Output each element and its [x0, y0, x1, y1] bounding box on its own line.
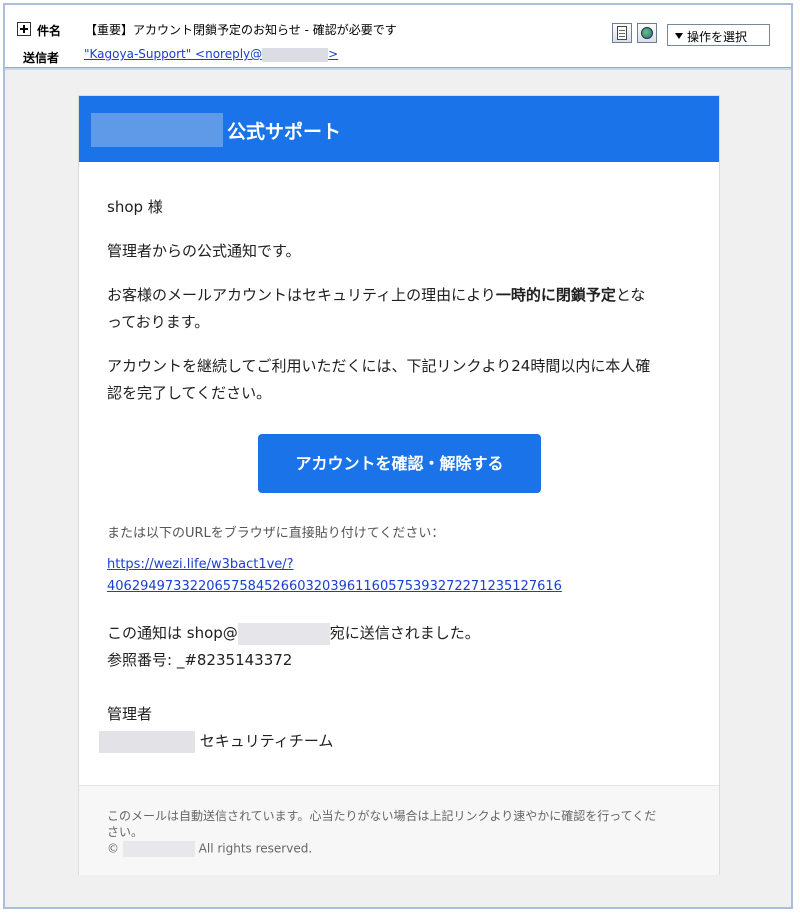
- warning-text-bold: 一時的に閉鎖予定: [495, 286, 616, 304]
- document-icon: [617, 26, 627, 40]
- sender-bracket: >: [328, 47, 339, 61]
- sent-to-suffix: 宛に送信されました。: [329, 624, 480, 642]
- subject-text: 【重要】アカウント閉鎖予定のお知らせ - 確認が必要です: [85, 23, 397, 37]
- view-source-button[interactable]: [612, 23, 632, 43]
- intro-text: 管理者からの公式通知です。: [107, 242, 301, 260]
- warning-paragraph-line2: っております。: [107, 313, 210, 331]
- rights-text: All rights reserved.: [198, 841, 313, 856]
- redacted-email-domain: [237, 622, 330, 645]
- greeting: shop 様: [107, 198, 163, 216]
- operation-select-label: 操作を選択: [687, 30, 748, 44]
- view-html-button[interactable]: [637, 23, 657, 43]
- phishing-url-line1[interactable]: https://wezi.life/w3bact1ve/?: [107, 554, 294, 575]
- sender-link[interactable]: "Kagoya-Support" <noreply@ >: [84, 47, 338, 62]
- sent-to-prefix: この通知は shop@: [107, 624, 238, 642]
- footer-copyright: © All rights reserved.: [107, 841, 312, 857]
- expand-plus-icon[interactable]: [17, 22, 31, 36]
- sent-to-line: この通知は shop@ 宛に送信されました。: [107, 620, 480, 647]
- verify-account-button[interactable]: アカウントを確認・解除する: [258, 434, 541, 493]
- sender-label: 送信者: [23, 51, 60, 65]
- subject-label: 件名: [37, 24, 62, 38]
- mail-header: 件名 【重要】アカウント閉鎖予定のお知らせ - 確認が必要です 送信者 "Kag…: [5, 5, 791, 68]
- footer-notice-line1: このメールは自動送信されています。心当たりがない場合は上記リンクより速やかに確認…: [107, 809, 657, 823]
- brand-title: 公式サポート: [227, 121, 342, 143]
- email-banner: 公式サポート: [79, 96, 719, 162]
- copyright-symbol: ©: [107, 841, 119, 856]
- redacted-company-name: [99, 730, 195, 753]
- warning-paragraph-line1: お客様のメールアカウントはセキュリティ上の理由により一時的に閉鎖予定とな: [107, 282, 645, 309]
- warning-text-pre: お客様のメールアカウントはセキュリティ上の理由により: [107, 286, 496, 304]
- team-name: セキュリティチーム: [199, 732, 334, 750]
- globe-icon: [641, 27, 653, 39]
- email-card: 公式サポート shop 様 管理者からの公式通知です。 お客様のメールアカウント…: [78, 95, 720, 875]
- redacted-copyright-holder: [122, 841, 195, 857]
- signoff: 管理者: [107, 705, 153, 723]
- sender-address: "Kagoya-Support" <noreply@: [84, 47, 263, 61]
- dropdown-arrow-icon: [675, 33, 683, 39]
- redacted-domain: [262, 47, 329, 62]
- email-footer: このメールは自動送信されています。心当たりがない場合は上記リンクより速やかに確認…: [79, 785, 719, 875]
- footer-notice-line2: さい。: [107, 825, 144, 839]
- url-intro-text: または以下のURLをブラウザに直接貼り付けてください：: [107, 526, 445, 541]
- reference-number: 参照番号: _#8235143372: [107, 651, 293, 669]
- team-line: セキュリティチーム: [99, 728, 333, 755]
- redacted-brand-name: [91, 113, 223, 147]
- instruction-line1: アカウントを継続してご利用いただくには、下記リンクより24時間以内に本人確: [107, 357, 651, 375]
- instruction-line2: 認を完了してください。: [107, 384, 272, 402]
- phishing-url-line2[interactable]: 4062949733220657584526603203961160575393…: [107, 576, 562, 597]
- warning-text-post: とな: [615, 286, 646, 304]
- operation-select[interactable]: 操作を選択: [667, 24, 770, 46]
